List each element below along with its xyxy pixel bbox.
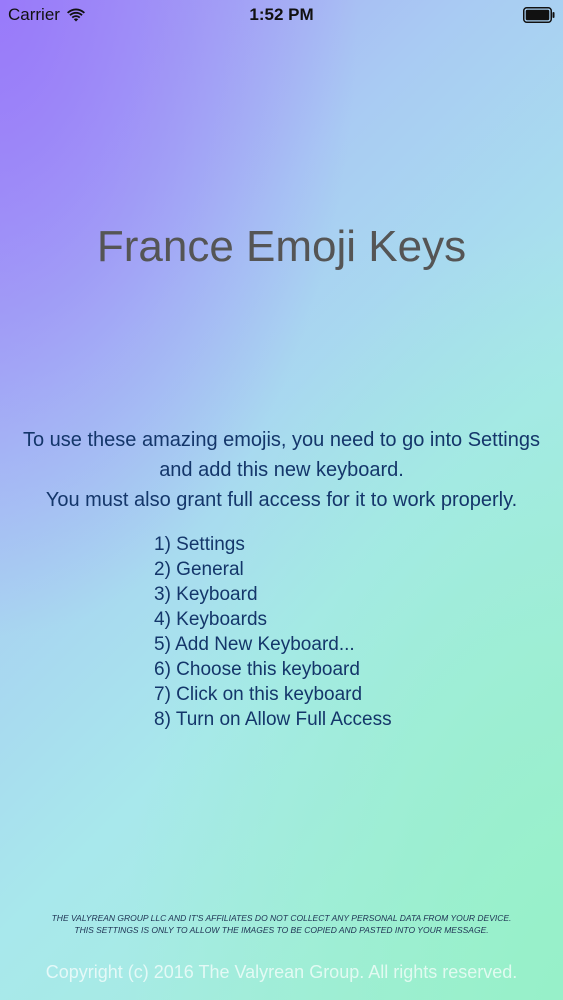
battery-icon [523,7,555,23]
privacy-disclaimer: THE VALYREAN GROUP LLC AND IT'S AFFILIAT… [0,912,563,936]
status-bar: Carrier 1:52 PM [0,0,563,30]
step-item: 6) Choose this keyboard [154,659,360,680]
intro-line-2: and add this new keyboard. [159,459,404,481]
disclaimer-line-1: THE VALYREAN GROUP LLC AND IT'S AFFILIAT… [51,913,512,923]
status-time: 1:52 PM [249,5,314,24]
step-item: 7) Click on this keyboard [154,684,363,705]
intro-line-1: To use these amazing emojis, you need to… [23,429,540,451]
step-item: 8) Turn on Allow Full Access [154,709,392,730]
step-item: 5) Add New Keyboard... [154,634,355,655]
copyright-text: Copyright (c) 2016 The Valyrean Group. A… [45,962,518,982]
intro-line-3: You must also grant full access for it t… [45,489,518,511]
step-item: 4) Keyboards [154,609,268,630]
disclaimer-line-2: THIS SETTINGS IS ONLY TO ALLOW THE IMAGE… [74,925,489,935]
page-title: France Emoji Keys [96,222,467,271]
step-item: 1) Settings [154,534,245,555]
step-item: 2) General [154,559,244,580]
step-item: 3) Keyboard [154,584,258,605]
steps-list: 1) Settings 2) General 3) Keyboard 4) Ke… [154,532,392,732]
intro-text: To use these amazing emojis, you need to… [10,425,553,515]
